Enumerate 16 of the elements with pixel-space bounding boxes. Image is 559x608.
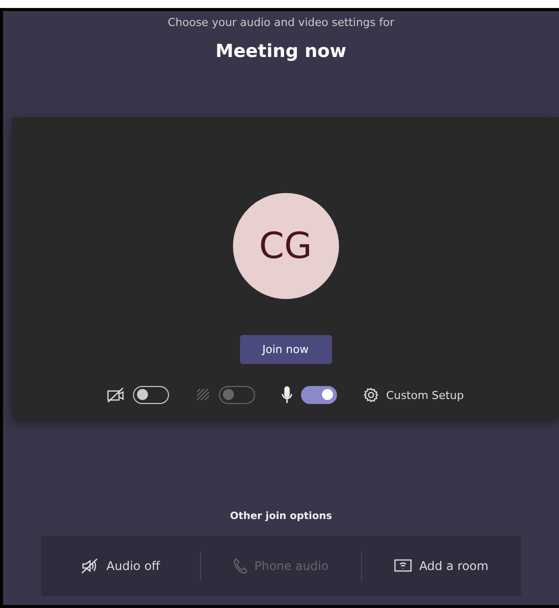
- subtitle: Choose your audio and video settings for: [168, 16, 394, 29]
- join-option[interactable]: Audio off: [41, 557, 200, 575]
- toggle-switch[interactable]: [301, 386, 338, 404]
- room-display-icon: [394, 558, 412, 574]
- join-option[interactable]: Add a room: [362, 557, 521, 575]
- blur-icon: [195, 387, 212, 403]
- custom-setup-button[interactable]: Custom Setup: [363, 387, 464, 403]
- section-heading: Other join options: [230, 511, 332, 522]
- microphone-icon: [281, 386, 294, 404]
- phone-icon: [233, 558, 248, 574]
- join-button[interactable]: Join now: [240, 335, 332, 364]
- speaker-off-icon: [81, 558, 100, 574]
- camera-off-icon: [107, 387, 126, 403]
- settings-icon: [363, 387, 380, 403]
- avatar: CG: [232, 193, 338, 299]
- meeting-title: Meeting now: [216, 41, 346, 62]
